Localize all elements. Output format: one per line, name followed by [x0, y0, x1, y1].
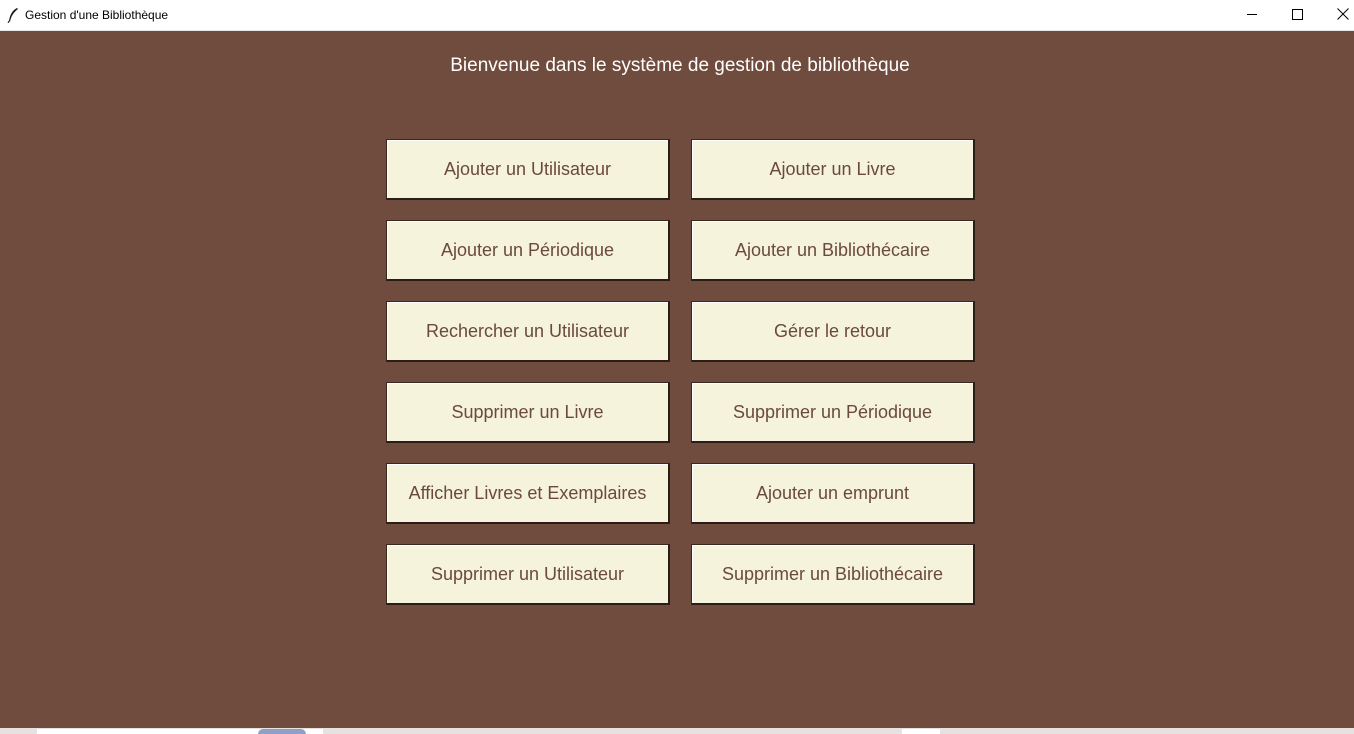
add-book-button[interactable]: Ajouter un Livre — [691, 139, 975, 200]
minimize-button[interactable] — [1229, 0, 1275, 31]
delete-book-button[interactable]: Supprimer un Livre — [386, 382, 670, 443]
manage-return-button[interactable]: Gérer le retour — [691, 301, 975, 362]
add-periodical-button[interactable]: Ajouter un Périodique — [386, 220, 670, 281]
close-button[interactable] — [1320, 0, 1354, 31]
welcome-heading: Bienvenue dans le système de gestion de … — [450, 55, 910, 76]
delete-user-button[interactable]: Supprimer un Utilisateur — [386, 544, 670, 605]
add-user-button[interactable]: Ajouter un Utilisateur — [386, 139, 670, 200]
add-loan-button[interactable]: Ajouter un emprunt — [691, 463, 975, 524]
app-window: Gestion d'une Bibliothèque Bienvenue dan… — [0, 0, 1354, 728]
background-image — [258, 729, 306, 734]
feather-icon — [7, 7, 19, 24]
search-user-button[interactable]: Rechercher un Utilisateur — [386, 301, 670, 362]
maximize-button[interactable] — [1274, 0, 1320, 31]
delete-periodical-button[interactable]: Supprimer un Périodique — [691, 382, 975, 443]
background-window — [902, 729, 940, 734]
title-bar[interactable]: Gestion d'une Bibliothèque — [0, 0, 1354, 31]
window-title: Gestion d'une Bibliothèque — [25, 8, 169, 22]
delete-librarian-button[interactable]: Supprimer un Bibliothécaire — [691, 544, 975, 605]
add-librarian-button[interactable]: Ajouter un Bibliothécaire — [691, 220, 975, 281]
main-panel: Bienvenue dans le système de gestion de … — [0, 31, 1354, 728]
minimize-icon — [1246, 7, 1258, 25]
show-books-copies-button[interactable]: Afficher Livres et Exemplaires — [386, 463, 670, 524]
close-icon — [1337, 7, 1349, 25]
maximize-icon — [1291, 7, 1303, 25]
